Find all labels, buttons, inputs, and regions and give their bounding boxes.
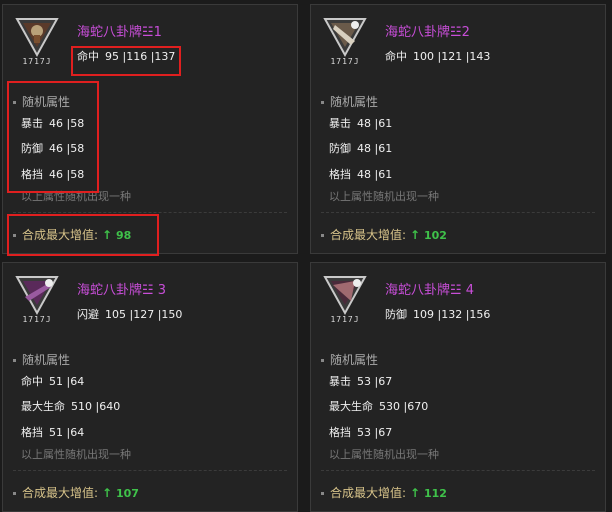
item-card-1: 1717J 海蛇八卦牌☳1 命中 95 |116 |137 随机属性 暴击 46 |… bbox=[2, 4, 298, 256]
main-stat-value: 100 |121 |143 bbox=[413, 50, 491, 63]
divider bbox=[321, 470, 595, 471]
stat-value: 48 |61 bbox=[357, 142, 393, 155]
stat-value: 53 |67 bbox=[357, 375, 393, 388]
icon-number: 1717J bbox=[330, 57, 360, 66]
divider bbox=[321, 212, 595, 213]
synthesis-max-increase: 合成最大增值: ↑ 107 bbox=[13, 484, 139, 501]
synthesis-label: 合成最大增值: bbox=[330, 486, 407, 500]
random-stat-row: 格挡 53 |67 bbox=[329, 424, 392, 440]
main-stat: 命中 100 |121 |143 bbox=[385, 48, 490, 64]
random-attributes-title: 随机属性 bbox=[321, 351, 378, 368]
stat-value: 510 |640 bbox=[71, 400, 121, 413]
stat-label: 暴击 bbox=[329, 117, 351, 130]
bullet-icon bbox=[321, 492, 324, 495]
main-stat-label: 命中 bbox=[385, 50, 407, 63]
bagua-token-icon[interactable]: 1717J bbox=[13, 273, 61, 327]
item-name: 海蛇八卦牌☳1 bbox=[77, 25, 162, 40]
random-attributes-title: 随机属性 bbox=[321, 93, 378, 110]
bullet-icon bbox=[13, 359, 16, 362]
synthesis-label: 合成最大增值: bbox=[330, 228, 407, 242]
random-stat-row: 命中 51 |64 bbox=[21, 373, 84, 389]
synthesis-max-increase: 合成最大增值: ↑ 102 bbox=[321, 226, 447, 243]
stat-label: 格挡 bbox=[21, 426, 43, 439]
random-stat-row: 暴击 53 |67 bbox=[329, 373, 392, 389]
random-note: 以上属性随机出现一种 bbox=[21, 448, 131, 461]
item-name: 海蛇八卦牌☳ 3 bbox=[77, 283, 167, 298]
synthesis-value: 112 bbox=[423, 487, 447, 500]
synthesis-value: 102 bbox=[423, 229, 447, 242]
stat-label: 最大生命 bbox=[21, 400, 65, 413]
stat-label: 最大生命 bbox=[329, 400, 373, 413]
main-stat-label: 防御 bbox=[385, 308, 407, 321]
item-card-4: 1717J 海蛇八卦牌☳ 4 防御 109 |132 |156 随机属性 暴击 53… bbox=[310, 262, 606, 512]
highlight-box-main-stat bbox=[71, 46, 181, 76]
bullet-icon bbox=[321, 101, 324, 104]
item-name: 海蛇八卦牌☳ 4 bbox=[385, 283, 475, 298]
bullet-icon bbox=[321, 234, 324, 237]
random-stat-row: 格挡 51 |64 bbox=[21, 424, 84, 440]
bullet-icon bbox=[321, 359, 324, 362]
stat-value: 48 |61 bbox=[357, 117, 393, 130]
synthesis-value: 107 bbox=[115, 487, 139, 500]
highlight-box-random-attributes bbox=[7, 81, 99, 193]
stat-label: 格挡 bbox=[329, 426, 351, 439]
main-stat-value: 105 |127 |150 bbox=[105, 308, 183, 321]
bullet-icon bbox=[13, 492, 16, 495]
stat-label: 防御 bbox=[329, 142, 351, 155]
stat-value: 51 |64 bbox=[49, 426, 85, 439]
stat-value: 53 |67 bbox=[357, 426, 393, 439]
random-stat-row: 暴击 48 |61 bbox=[329, 115, 392, 131]
stat-label: 格挡 bbox=[329, 168, 351, 181]
icon-number: 1717J bbox=[22, 315, 52, 324]
stat-label: 命中 bbox=[21, 375, 43, 388]
synthesis-label: 合成最大增值: bbox=[22, 486, 99, 500]
synthesis-max-increase: 合成最大增值: ↑ 112 bbox=[321, 484, 447, 501]
random-stat-row: 格挡 48 |61 bbox=[329, 166, 392, 182]
bagua-token-icon[interactable]: 1717J bbox=[13, 15, 61, 69]
random-note: 以上属性随机出现一种 bbox=[329, 190, 439, 203]
up-arrow-icon: ↑ bbox=[410, 486, 421, 500]
bagua-token-icon[interactable]: 1717J bbox=[321, 273, 369, 327]
icon-number: 1717J bbox=[330, 315, 360, 324]
stat-value: 48 |61 bbox=[357, 168, 393, 181]
main-stat: 闪避 105 |127 |150 bbox=[77, 306, 182, 322]
main-stat-label: 闪避 bbox=[77, 308, 99, 321]
divider bbox=[13, 212, 287, 213]
stat-value: 530 |670 bbox=[379, 400, 429, 413]
random-stat-row: 最大生命 510 |640 bbox=[21, 398, 120, 414]
up-arrow-icon: ↑ bbox=[410, 228, 421, 242]
stat-value: 51 |64 bbox=[49, 375, 85, 388]
random-stat-row: 防御 48 |61 bbox=[329, 140, 392, 156]
random-attributes-title: 随机属性 bbox=[13, 351, 70, 368]
bagua-token-icon[interactable]: 1717J bbox=[321, 15, 369, 69]
highlight-box-synthesis bbox=[7, 214, 159, 256]
stat-label: 暴击 bbox=[329, 375, 351, 388]
random-note: 以上属性随机出现一种 bbox=[329, 448, 439, 461]
item-name: 海蛇八卦牌☳2 bbox=[385, 25, 470, 40]
item-card-3: 1717J 海蛇八卦牌☳ 3 闪避 105 |127 |150 随机属性 命中 51… bbox=[2, 262, 298, 512]
divider bbox=[13, 470, 287, 471]
icon-number: 1717J bbox=[22, 57, 52, 66]
main-stat: 防御 109 |132 |156 bbox=[385, 306, 490, 322]
up-arrow-icon: ↑ bbox=[102, 486, 113, 500]
random-stat-row: 最大生命 530 |670 bbox=[329, 398, 428, 414]
main-stat-value: 109 |132 |156 bbox=[413, 308, 491, 321]
item-card-2: 1717J 海蛇八卦牌☳2 命中 100 |121 |143 随机属性 暴击 48 … bbox=[310, 4, 606, 254]
